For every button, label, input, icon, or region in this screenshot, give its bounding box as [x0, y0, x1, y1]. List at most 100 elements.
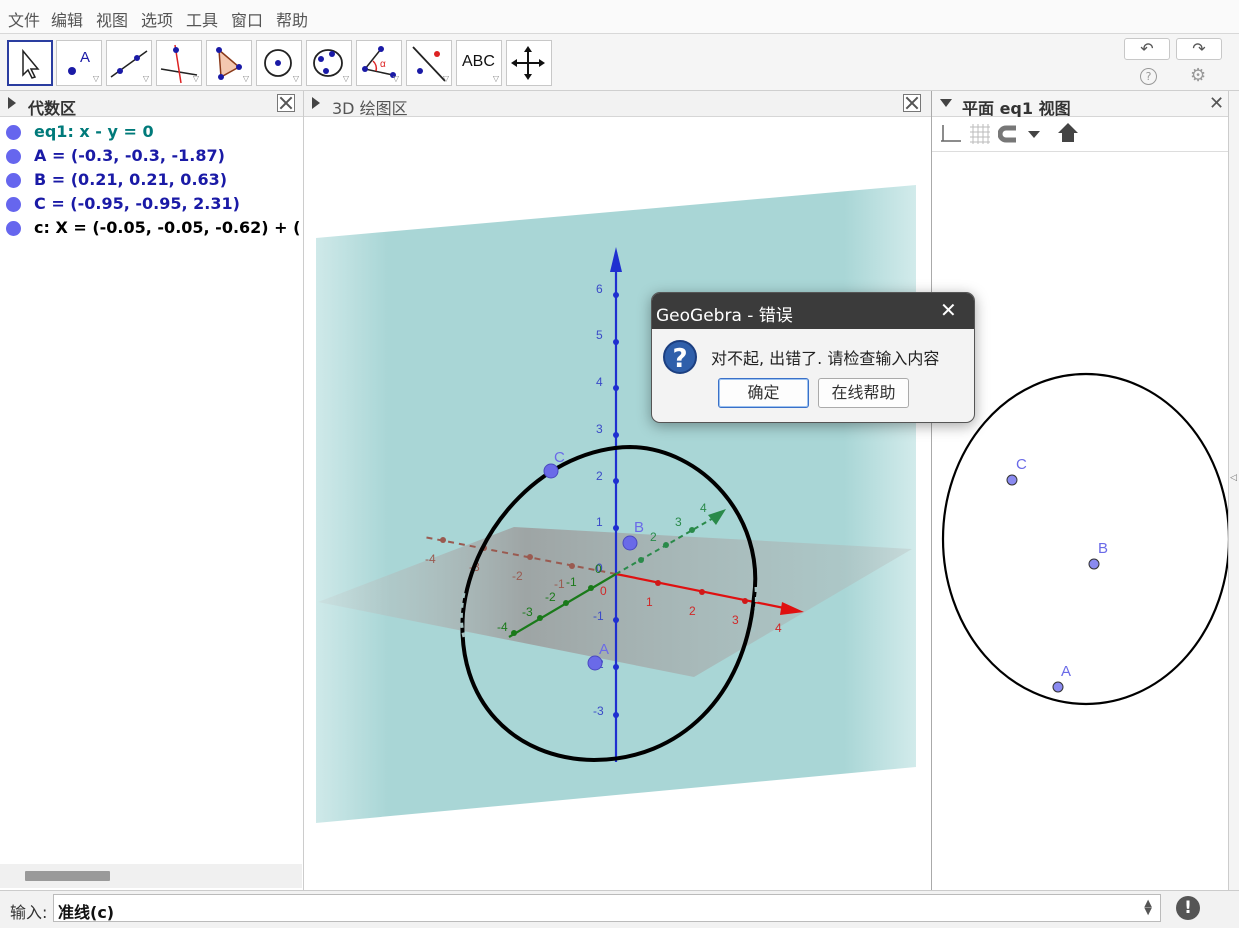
redo-button[interactable]: ↷: [1176, 38, 1222, 60]
algebra-item-A[interactable]: A = (-0.3, -0.3, -1.87): [0, 144, 300, 168]
circle-tool-button[interactable]: ▽: [256, 40, 302, 86]
collapse-arrow-icon[interactable]: [312, 97, 320, 109]
collapse-arrow-icon[interactable]: [940, 99, 952, 107]
y-tick-neg1b: -1: [566, 575, 577, 589]
dropdown-triangle-icon: ▽: [392, 74, 399, 83]
algebra-item-text: A = (-0.3, -0.3, -1.87): [34, 146, 225, 165]
dialog-title: GeoGebra - 错误: [656, 306, 793, 326]
algebra-item-C[interactable]: C = (-0.95, -0.95, 2.31): [0, 192, 300, 216]
redo-icon: ↷: [1192, 39, 1206, 58]
undo-button[interactable]: ↶: [1124, 38, 1170, 60]
dropdown-triangle-icon: ▽: [242, 74, 249, 83]
z-tick-1: 1: [596, 515, 603, 529]
line-tool-button[interactable]: ▽: [106, 40, 152, 86]
x-tick-neg2: -2: [512, 569, 523, 583]
menu-options[interactable]: 选项: [141, 7, 173, 31]
plane-view-title: 平面 eq1 视图: [962, 99, 1071, 118]
point-A-label: A: [599, 641, 609, 658]
magnet-snap-icon[interactable]: [998, 123, 1042, 145]
text-tool-label: ABC: [462, 53, 495, 70]
right-edge-strip: ◁: [1229, 91, 1239, 890]
point-B-2d[interactable]: [1088, 558, 1100, 570]
help-icon[interactable]: ?: [1140, 68, 1157, 85]
menu-bar: 文件 编辑 视图 选项 工具 窗口 帮助: [0, 0, 1239, 34]
x-tick-2: 2: [689, 604, 696, 618]
scrollbar-thumb[interactable]: [25, 871, 110, 881]
input-help-icon[interactable]: !: [1176, 896, 1200, 920]
menu-edit[interactable]: 编辑: [51, 7, 83, 31]
menu-window[interactable]: 窗口: [231, 7, 263, 31]
move-tool-button[interactable]: [7, 40, 53, 86]
y-tick-neg1: -2: [545, 590, 556, 604]
input-label: 输入:: [10, 903, 48, 922]
point-C-2d-label: C: [1016, 456, 1027, 473]
visibility-toggle[interactable]: [6, 197, 21, 212]
visibility-toggle[interactable]: [6, 125, 21, 140]
history-spinner-icon[interactable]: ▲ ▼: [1144, 899, 1152, 917]
ok-button[interactable]: 确定: [718, 378, 809, 408]
y-tick-3: 3: [675, 515, 682, 529]
visibility-toggle[interactable]: [6, 173, 21, 188]
close-algebra-icon[interactable]: [277, 94, 295, 112]
point-tool-button[interactable]: A ▽: [56, 40, 102, 86]
angle-tool-button[interactable]: α ▽: [356, 40, 402, 86]
axes-toggle-icon[interactable]: [938, 123, 962, 145]
text-tool-button[interactable]: ABC ▽: [456, 40, 502, 86]
x-tick-1: 1: [646, 595, 653, 609]
x-tick-4: 4: [775, 621, 782, 635]
z-tick-6: 6: [596, 282, 603, 296]
input-value: 准线(c): [58, 903, 115, 922]
question-icon: ?: [663, 340, 697, 374]
z-tick-neg1: -1: [593, 609, 604, 623]
error-dialog: GeoGebra - 错误 ✕ ? 对不起, 出错了. 请检查输入内容 确定 在…: [651, 292, 975, 423]
horizontal-scrollbar[interactable]: [0, 864, 302, 888]
gear-icon[interactable]: ⚙: [1190, 65, 1206, 86]
algebra-item-text: c: X = (-0.05, -0.05, -0.62) + (0.65: [34, 218, 300, 237]
menu-view[interactable]: 视图: [96, 7, 128, 31]
algebra-panel-title: 代数区: [28, 99, 77, 118]
menu-file[interactable]: 文件: [8, 7, 40, 31]
home-icon[interactable]: [1056, 121, 1080, 145]
y-tick-neg3: -3: [522, 605, 533, 619]
point-B-label: B: [634, 519, 644, 536]
algebra-item-eq1[interactable]: eq1: x - y = 0: [0, 120, 300, 144]
algebra-item-c[interactable]: c: X = (-0.05, -0.05, -0.62) + (0.65: [0, 216, 300, 240]
conic-c-2d: [941, 372, 1228, 706]
input-bar: 输入: 准线(c) ▲ ▼ !: [0, 890, 1239, 928]
dropdown-triangle-icon: ▽: [342, 74, 349, 83]
move-view-tool-button[interactable]: [506, 40, 552, 86]
menu-help[interactable]: 帮助: [276, 7, 308, 31]
dialog-close-icon[interactable]: ✕: [940, 298, 957, 322]
z-tick-5: 5: [596, 328, 603, 342]
x-tick-3: 3: [732, 613, 739, 627]
expand-panel-icon[interactable]: ◁: [1230, 473, 1237, 483]
cursor-arrow-icon: [22, 48, 40, 79]
dropdown-triangle-icon: ▽: [92, 74, 99, 83]
point-A-2d[interactable]: [1052, 681, 1064, 693]
reflect-tool-button[interactable]: ▽: [406, 40, 452, 86]
point-C-2d[interactable]: [1006, 474, 1018, 486]
polygon-tool-button[interactable]: ▽: [206, 40, 252, 86]
algebra-item-text: B = (0.21, 0.21, 0.63): [34, 170, 228, 189]
visibility-toggle[interactable]: [6, 221, 21, 236]
perpendicular-tool-button[interactable]: ▽: [156, 40, 202, 86]
collapse-arrow-icon[interactable]: [8, 97, 16, 109]
point-A[interactable]: [587, 655, 603, 671]
grid-toggle-icon[interactable]: [968, 123, 992, 145]
point-C[interactable]: [543, 463, 559, 479]
x-origin-label: 0: [600, 584, 607, 598]
dropdown-triangle-icon: ▽: [442, 74, 449, 83]
close-plane-view-icon[interactable]: ✕: [1209, 93, 1224, 114]
z-tick-2: 2: [596, 469, 603, 483]
online-help-button[interactable]: 在线帮助: [818, 378, 909, 408]
close-3d-icon[interactable]: [903, 94, 921, 112]
visibility-toggle[interactable]: [6, 149, 21, 164]
algebra-item-B[interactable]: B = (0.21, 0.21, 0.63): [0, 168, 300, 192]
conic-tool-button[interactable]: ▽: [306, 40, 352, 86]
point-B[interactable]: [622, 535, 638, 551]
dropdown-triangle-icon: ▽: [492, 74, 499, 83]
input-field[interactable]: 准线(c) ▲ ▼: [53, 894, 1161, 922]
plane-view-canvas[interactable]: C B A: [932, 152, 1228, 890]
graphics-3d-canvas[interactable]: 6 5 4 3 2 1 0 -1 -2 -3 1 2 3 4 0 -4 -3 -…: [304, 117, 931, 890]
menu-tools[interactable]: 工具: [186, 7, 218, 31]
